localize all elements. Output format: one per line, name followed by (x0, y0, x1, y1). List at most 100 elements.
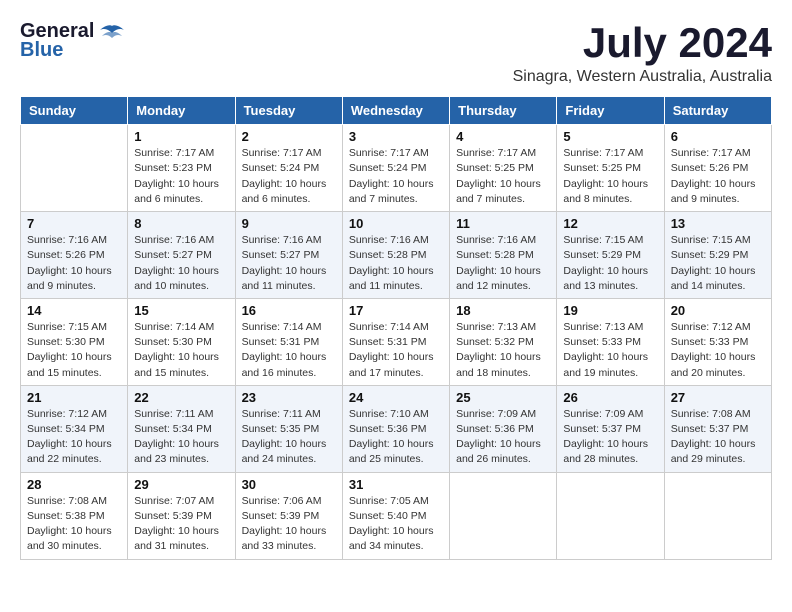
day-number: 18 (456, 303, 550, 318)
calendar-cell: 2 Sunrise: 7:17 AM Sunset: 5:24 PM Daylig… (235, 125, 342, 212)
day-info: Sunrise: 7:09 AM Sunset: 5:36 PM Dayligh… (456, 407, 550, 468)
location-title: Sinagra, Western Australia, Australia (513, 68, 772, 86)
page-header: General Blue July 2024 Sinagra, Western … (20, 20, 772, 86)
day-info: Sunrise: 7:15 AM Sunset: 5:29 PM Dayligh… (563, 233, 657, 294)
calendar-cell: 12 Sunrise: 7:15 AM Sunset: 5:29 PM Dayli… (557, 212, 664, 299)
calendar-cell: 5 Sunrise: 7:17 AM Sunset: 5:25 PM Daylig… (557, 125, 664, 212)
calendar-cell: 18 Sunrise: 7:13 AM Sunset: 5:32 PM Dayli… (450, 298, 557, 385)
calendar-cell: 31 Sunrise: 7:05 AM Sunset: 5:40 PM Dayli… (342, 472, 449, 559)
calendar-header-tuesday: Tuesday (235, 97, 342, 125)
day-number: 12 (563, 216, 657, 231)
day-number: 4 (456, 129, 550, 144)
calendar-cell (557, 472, 664, 559)
day-number: 21 (27, 390, 121, 405)
calendar-cell: 25 Sunrise: 7:09 AM Sunset: 5:36 PM Dayli… (450, 385, 557, 472)
day-number: 10 (349, 216, 443, 231)
calendar-cell: 1Sunrise: 7:17 AM Sunset: 5:23 PM Daylig… (128, 125, 235, 212)
day-number: 23 (242, 390, 336, 405)
day-number: 30 (242, 477, 336, 492)
day-info: Sunrise: 7:16 AM Sunset: 5:27 PM Dayligh… (134, 233, 228, 294)
calendar-cell: 24 Sunrise: 7:10 AM Sunset: 5:36 PM Dayli… (342, 385, 449, 472)
calendar-cell: 28 Sunrise: 7:08 AM Sunset: 5:38 PM Dayli… (21, 472, 128, 559)
calendar-week-row: 21 Sunrise: 7:12 AM Sunset: 5:34 PM Dayli… (21, 385, 772, 472)
day-info: Sunrise: 7:17 AM Sunset: 5:25 PM Dayligh… (456, 146, 550, 207)
day-number: 19 (563, 303, 657, 318)
day-number: 20 (671, 303, 765, 318)
day-info: Sunrise: 7:14 AM Sunset: 5:30 PM Dayligh… (134, 320, 228, 381)
day-info: Sunrise: 7:17 AM Sunset: 5:23 PM Dayligh… (134, 146, 228, 207)
day-number: 13 (671, 216, 765, 231)
day-info: Sunrise: 7:11 AM Sunset: 5:35 PM Dayligh… (242, 407, 336, 468)
day-number: 7 (27, 216, 121, 231)
day-info: Sunrise: 7:11 AM Sunset: 5:34 PM Dayligh… (134, 407, 228, 468)
title-section: July 2024 Sinagra, Western Australia, Au… (513, 20, 772, 86)
day-number: 28 (27, 477, 121, 492)
day-number: 2 (242, 129, 336, 144)
day-info: Sunrise: 7:14 AM Sunset: 5:31 PM Dayligh… (349, 320, 443, 381)
day-number: 8 (134, 216, 228, 231)
calendar-table: SundayMondayTuesdayWednesdayThursdayFrid… (20, 96, 772, 559)
calendar-cell: 22 Sunrise: 7:11 AM Sunset: 5:34 PM Dayli… (128, 385, 235, 472)
calendar-cell: 9 Sunrise: 7:16 AM Sunset: 5:27 PM Daylig… (235, 212, 342, 299)
day-info: Sunrise: 7:12 AM Sunset: 5:34 PM Dayligh… (27, 407, 121, 468)
calendar-cell: 29 Sunrise: 7:07 AM Sunset: 5:39 PM Dayli… (128, 472, 235, 559)
day-number: 22 (134, 390, 228, 405)
day-info: Sunrise: 7:12 AM Sunset: 5:33 PM Dayligh… (671, 320, 765, 381)
day-info: Sunrise: 7:17 AM Sunset: 5:24 PM Dayligh… (242, 146, 336, 207)
calendar-header-thursday: Thursday (450, 97, 557, 125)
day-number: 27 (671, 390, 765, 405)
calendar-cell (21, 125, 128, 212)
calendar-cell: 30Sunrise: 7:06 AM Sunset: 5:39 PM Dayli… (235, 472, 342, 559)
day-number: 26 (563, 390, 657, 405)
calendar-cell: 16Sunrise: 7:14 AM Sunset: 5:31 PM Dayli… (235, 298, 342, 385)
day-number: 17 (349, 303, 443, 318)
day-number: 9 (242, 216, 336, 231)
day-info: Sunrise: 7:15 AM Sunset: 5:29 PM Dayligh… (671, 233, 765, 294)
calendar-cell: 20 Sunrise: 7:12 AM Sunset: 5:33 PM Dayli… (664, 298, 771, 385)
calendar-cell: 13 Sunrise: 7:15 AM Sunset: 5:29 PM Dayli… (664, 212, 771, 299)
calendar-cell: 27Sunrise: 7:08 AM Sunset: 5:37 PM Dayli… (664, 385, 771, 472)
calendar-cell (664, 472, 771, 559)
day-info: Sunrise: 7:09 AM Sunset: 5:37 PM Dayligh… (563, 407, 657, 468)
month-title: July 2024 (513, 20, 772, 66)
day-number: 25 (456, 390, 550, 405)
day-info: Sunrise: 7:16 AM Sunset: 5:26 PM Dayligh… (27, 233, 121, 294)
calendar-header-monday: Monday (128, 97, 235, 125)
day-number: 29 (134, 477, 228, 492)
calendar-cell: 23 Sunrise: 7:11 AM Sunset: 5:35 PM Dayli… (235, 385, 342, 472)
calendar-cell: 10 Sunrise: 7:16 AM Sunset: 5:28 PM Dayli… (342, 212, 449, 299)
day-info: Sunrise: 7:17 AM Sunset: 5:26 PM Dayligh… (671, 146, 765, 207)
calendar-cell: 8 Sunrise: 7:16 AM Sunset: 5:27 PM Daylig… (128, 212, 235, 299)
calendar-week-row: 28 Sunrise: 7:08 AM Sunset: 5:38 PM Dayli… (21, 472, 772, 559)
day-info: Sunrise: 7:10 AM Sunset: 5:36 PM Dayligh… (349, 407, 443, 468)
calendar-week-row: 14Sunrise: 7:15 AM Sunset: 5:30 PM Dayli… (21, 298, 772, 385)
calendar-cell: 4 Sunrise: 7:17 AM Sunset: 5:25 PM Daylig… (450, 125, 557, 212)
day-number: 5 (563, 129, 657, 144)
calendar-week-row: 1Sunrise: 7:17 AM Sunset: 5:23 PM Daylig… (21, 125, 772, 212)
day-info: Sunrise: 7:17 AM Sunset: 5:25 PM Dayligh… (563, 146, 657, 207)
calendar-cell: 26 Sunrise: 7:09 AM Sunset: 5:37 PM Dayli… (557, 385, 664, 472)
day-number: 24 (349, 390, 443, 405)
day-info: Sunrise: 7:07 AM Sunset: 5:39 PM Dayligh… (134, 494, 228, 555)
day-info: Sunrise: 7:17 AM Sunset: 5:24 PM Dayligh… (349, 146, 443, 207)
day-info: Sunrise: 7:15 AM Sunset: 5:30 PM Dayligh… (27, 320, 121, 381)
day-info: Sunrise: 7:16 AM Sunset: 5:28 PM Dayligh… (349, 233, 443, 294)
day-info: Sunrise: 7:13 AM Sunset: 5:32 PM Dayligh… (456, 320, 550, 381)
day-number: 31 (349, 477, 443, 492)
calendar-cell: 7 Sunrise: 7:16 AM Sunset: 5:26 PM Daylig… (21, 212, 128, 299)
day-info: Sunrise: 7:08 AM Sunset: 5:38 PM Dayligh… (27, 494, 121, 555)
calendar-header-wednesday: Wednesday (342, 97, 449, 125)
calendar-cell: 11Sunrise: 7:16 AM Sunset: 5:28 PM Dayli… (450, 212, 557, 299)
calendar-cell: 15Sunrise: 7:14 AM Sunset: 5:30 PM Dayli… (128, 298, 235, 385)
day-info: Sunrise: 7:16 AM Sunset: 5:27 PM Dayligh… (242, 233, 336, 294)
logo-blue-text: Blue (20, 39, 63, 62)
calendar-cell: 19Sunrise: 7:13 AM Sunset: 5:33 PM Dayli… (557, 298, 664, 385)
day-number: 6 (671, 129, 765, 144)
calendar-cell: 21 Sunrise: 7:12 AM Sunset: 5:34 PM Dayli… (21, 385, 128, 472)
day-info: Sunrise: 7:05 AM Sunset: 5:40 PM Dayligh… (349, 494, 443, 555)
calendar-header-row: SundayMondayTuesdayWednesdayThursdayFrid… (21, 97, 772, 125)
day-info: Sunrise: 7:14 AM Sunset: 5:31 PM Dayligh… (242, 320, 336, 381)
calendar-cell: 14Sunrise: 7:15 AM Sunset: 5:30 PM Dayli… (21, 298, 128, 385)
calendar-week-row: 7 Sunrise: 7:16 AM Sunset: 5:26 PM Daylig… (21, 212, 772, 299)
day-number: 11 (456, 216, 550, 231)
